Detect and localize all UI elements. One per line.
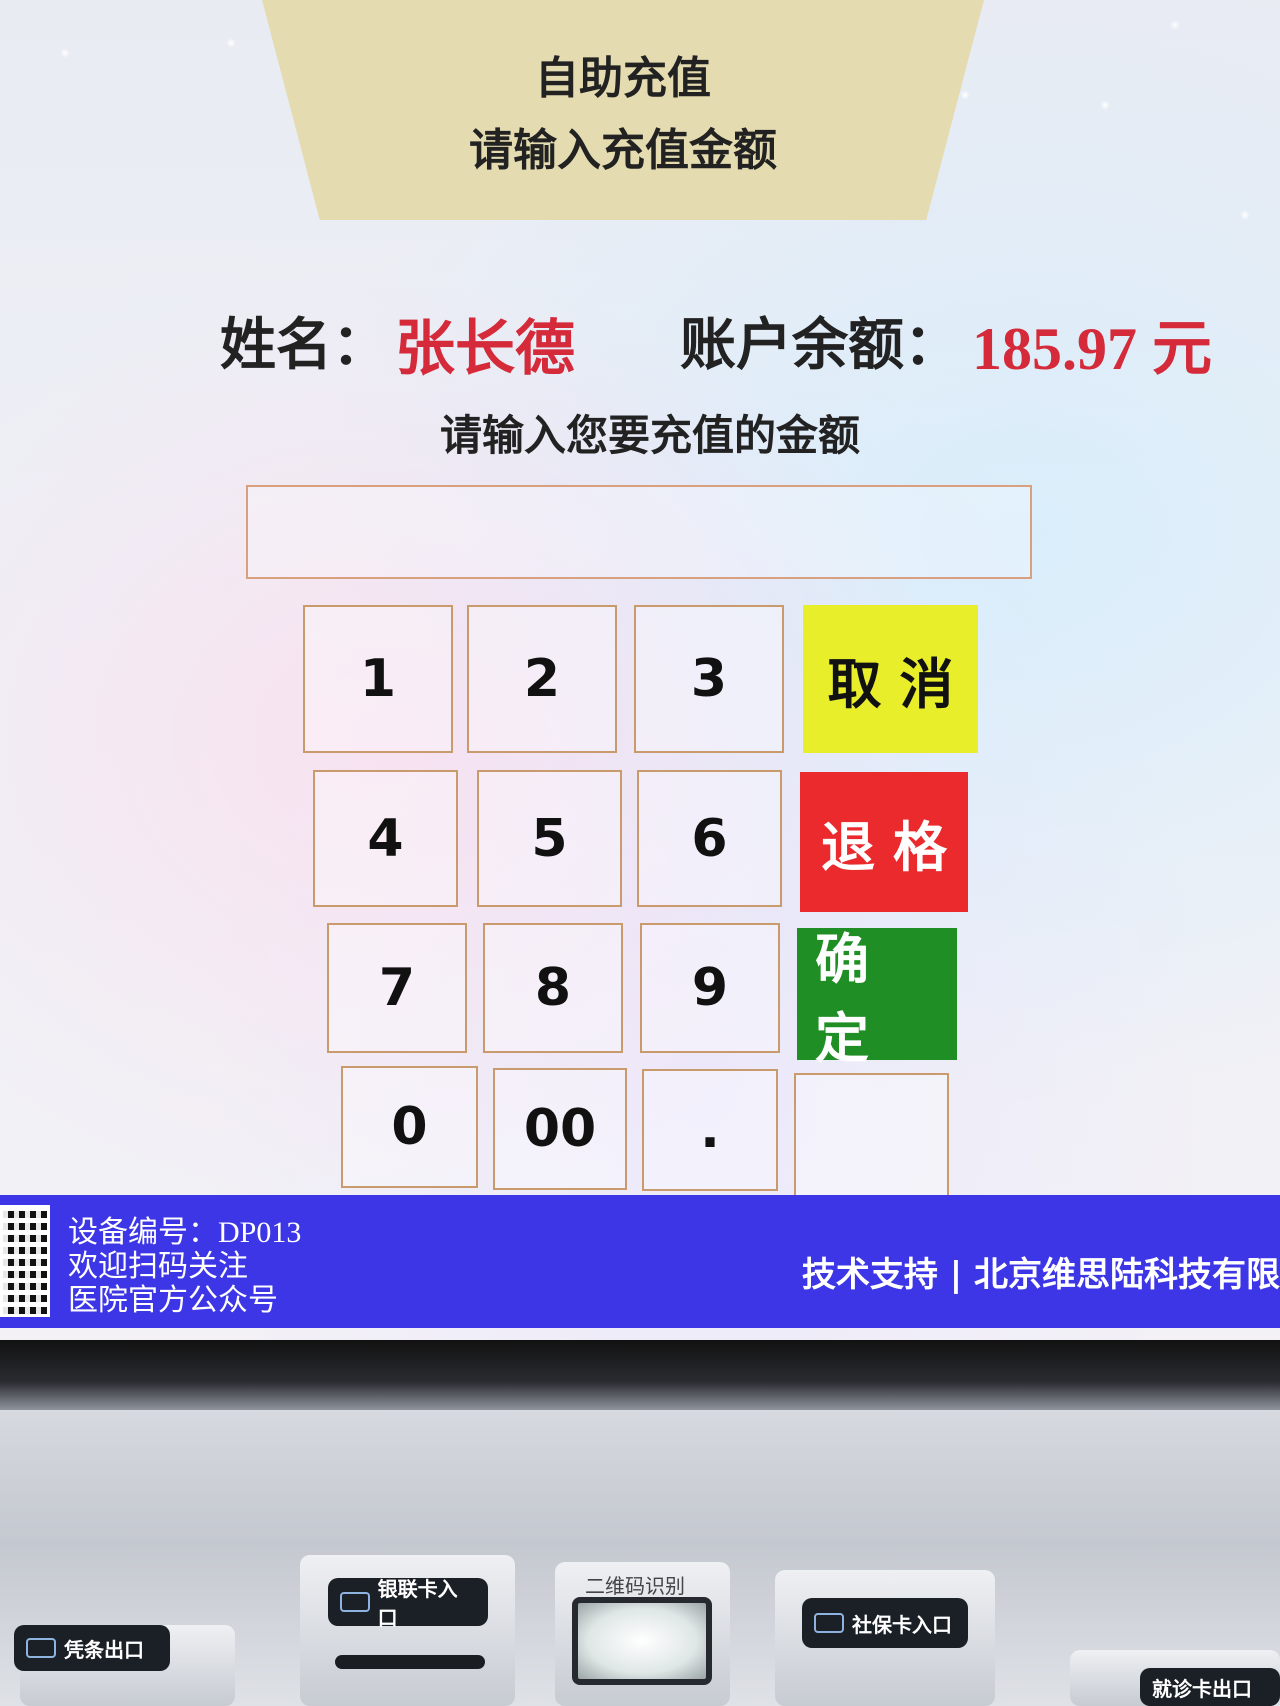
key-6[interactable]: 6 (637, 770, 782, 907)
page-title: 自助充值 (535, 53, 711, 104)
printer-icon (26, 1638, 56, 1658)
screen-bezel (0, 1340, 1280, 1410)
kiosk-screen: 自助充值 请输入充值金额 姓名： 张长德 账户余额： 185.97 元 请输入您… (0, 0, 1280, 1340)
qr-scanner-window (572, 1597, 712, 1685)
sparkle-decoration (1170, 20, 1180, 30)
tech-support: 技术支持 | 北京维思陆科技有限 (801, 1255, 1280, 1295)
patient-name: 张长德 (395, 314, 575, 384)
card-insert-slot (335, 1655, 485, 1669)
key-3[interactable]: 3 (634, 605, 784, 753)
bank-card-text: 银联卡入口 (377, 1577, 458, 1630)
confirm-button[interactable]: 确定 (797, 928, 957, 1070)
balance-label: 账户余额： (680, 313, 960, 378)
receipt-exit-label: 凭条出口 (14, 1625, 170, 1671)
page-subtitle: 请输入充值金额 (469, 125, 777, 176)
sparkle-decoration (226, 38, 236, 48)
social-card-text: 社保卡入口 (852, 1612, 952, 1637)
key-2[interactable]: 2 (467, 605, 617, 753)
qr-code-icon (0, 1205, 50, 1317)
key-0[interactable]: 0 (341, 1066, 478, 1188)
title-banner: 自助充值 请输入充值金额 (262, 0, 984, 220)
social-card-label: 社保卡入口 (802, 1598, 968, 1648)
key-5[interactable]: 5 (477, 770, 622, 907)
name-label: 姓名： (220, 313, 388, 378)
qr-scan-caption: 二维码识别 (585, 1574, 685, 1598)
amount-prompt: 请输入您要充值的金额 (439, 411, 860, 460)
bank-card-label: 银联卡入口 (328, 1577, 488, 1630)
account-balance: 185.97 元 (972, 316, 1212, 382)
key-decimal[interactable]: . (642, 1069, 778, 1191)
key-4[interactable]: 4 (313, 770, 458, 907)
key-blank (794, 1073, 949, 1197)
receipt-exit-text: 凭条出口 (64, 1637, 144, 1662)
key-8[interactable]: 8 (483, 923, 623, 1053)
key-00[interactable]: 00 (493, 1068, 627, 1190)
sparkle-decoration (60, 48, 70, 58)
footer-bar: 设备编号：DP013 欢迎扫码关注 医院官方公众号 技术支持 | 北京维思陆科技… (0, 1195, 1280, 1328)
sparkle-decoration (1100, 100, 1110, 110)
account-info: 姓名： 张长德 账户余额： 185.97 元 (220, 300, 1220, 384)
key-9[interactable]: 9 (640, 923, 780, 1053)
sparkle-decoration (960, 90, 970, 100)
card-icon (814, 1613, 844, 1633)
key-7[interactable]: 7 (327, 923, 467, 1053)
visit-card-text: 就诊卡出口 (1152, 1676, 1252, 1701)
cancel-button[interactable]: 取消 (803, 605, 978, 753)
backspace-button[interactable]: 退格 (800, 772, 968, 912)
visit-card-label: 就诊卡出口 (1140, 1668, 1280, 1706)
key-1[interactable]: 1 (303, 605, 453, 753)
follow-text-2: 医院官方公众号 (68, 1284, 278, 1317)
sparkle-decoration (1240, 210, 1250, 220)
card-icon (340, 1592, 370, 1612)
amount-input[interactable] (246, 485, 1032, 579)
